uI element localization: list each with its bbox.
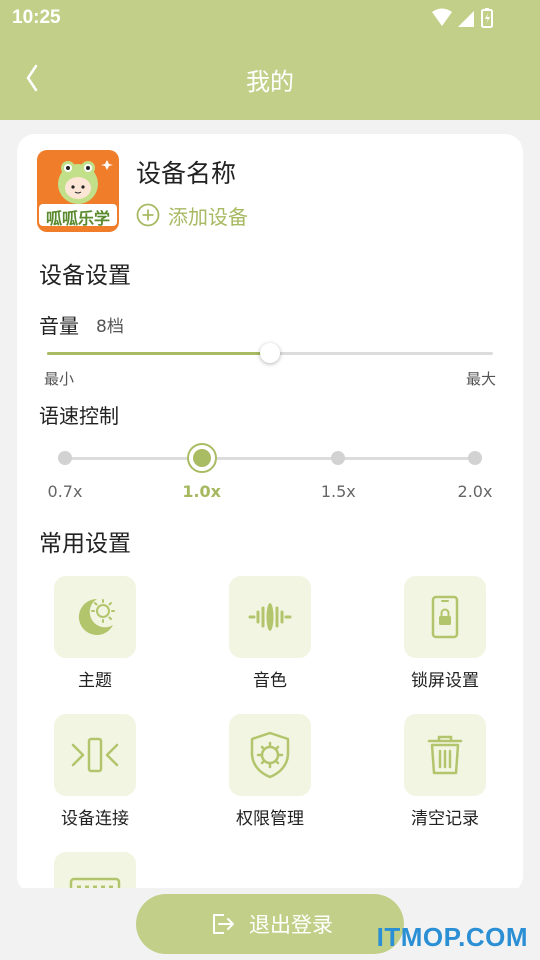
device-name: 设备名称	[136, 159, 237, 188]
signal-icon	[458, 11, 474, 27]
clear-records-label: 清空记录	[411, 809, 479, 829]
volume-slider-fill	[47, 352, 270, 355]
speed-label-2: 1.5x	[320, 482, 356, 501]
theme-tile	[54, 576, 136, 658]
common-settings-title: 常用设置	[39, 531, 131, 557]
permission-setting[interactable]: 权限管理	[210, 714, 330, 829]
device-connect-icon	[71, 737, 119, 773]
speech-speed-label: 语速控制	[39, 404, 119, 428]
status-icons	[432, 8, 493, 28]
add-circle-icon	[136, 203, 160, 227]
lock-screen-setting[interactable]: 锁屏设置	[385, 576, 505, 691]
page-title: 我的	[246, 68, 294, 96]
app-logo: 呱呱乐学	[37, 150, 119, 232]
volume-max-label: 最大	[465, 370, 496, 388]
clear-records-tile	[404, 714, 486, 796]
speed-stop-0[interactable]	[58, 451, 72, 465]
speed-stop-3[interactable]	[468, 451, 482, 465]
soundwave-icon	[248, 603, 292, 631]
volume-slider[interactable]	[47, 343, 493, 363]
permission-label: 权限管理	[236, 809, 304, 829]
settings-card: 呱呱乐学 设备名称 添加设备 设备设置 音量 8档 最小 最大 语速控制 0.7…	[17, 134, 523, 894]
lock-screen-label: 锁屏设置	[411, 671, 479, 691]
theme-moon-sun-icon	[78, 598, 115, 635]
logo-text: 呱呱乐学	[45, 209, 110, 228]
trash-icon	[427, 735, 463, 775]
clear-records-setting[interactable]: 清空记录	[385, 714, 505, 829]
device-connect-setting[interactable]: 设备连接	[35, 714, 155, 829]
app-header: 10:25 我的	[0, 0, 540, 120]
wifi-icon	[432, 8, 452, 26]
speed-label-3: 2.0x	[457, 482, 493, 501]
device-connect-tile	[54, 714, 136, 796]
volume-min-label: 最小	[44, 370, 75, 388]
volume-slider-thumb[interactable]	[260, 343, 280, 363]
voice-tone-tile	[229, 576, 311, 658]
speed-label-1: 1.0x	[182, 482, 221, 501]
speech-speed-track	[65, 457, 475, 460]
watermark-text: ITMOP.COM	[376, 922, 528, 952]
speed-label-0: 0.7x	[47, 482, 83, 501]
status-time: 10:25	[12, 7, 61, 28]
logout-label: 退出登录	[249, 913, 333, 937]
permission-shield-icon	[250, 731, 290, 779]
add-device-label: 添加设备	[168, 204, 248, 229]
volume-label: 音量	[39, 314, 79, 338]
logout-button[interactable]: 退出登录	[136, 894, 404, 954]
theme-setting[interactable]: 主题	[35, 576, 155, 691]
logout-icon	[213, 914, 234, 934]
lock-screen-icon	[431, 595, 459, 639]
permission-tile	[229, 714, 311, 796]
theme-label: 主题	[78, 671, 112, 691]
volume-value: 8档	[96, 317, 124, 337]
voice-tone-setting[interactable]: 音色	[210, 576, 330, 691]
add-device-button[interactable]: 添加设备	[136, 200, 248, 230]
speed-stop-1[interactable]	[186, 443, 217, 473]
speed-stop-2[interactable]	[331, 451, 346, 465]
device-settings-title: 设备设置	[39, 263, 131, 289]
lock-screen-tile	[404, 576, 486, 658]
device-connect-label: 设备连接	[61, 809, 129, 829]
voice-tone-label: 音色	[253, 671, 287, 691]
